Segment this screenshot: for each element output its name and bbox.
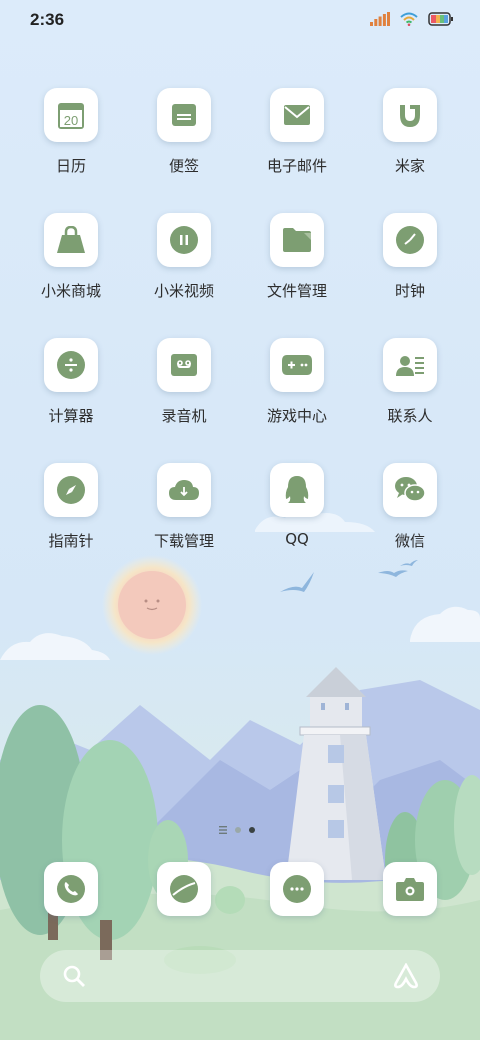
app-mi-video[interactable]: 小米视频 (129, 213, 239, 323)
battery-icon (428, 12, 453, 26)
video-icon (170, 226, 198, 254)
app-tile[interactable] (44, 338, 98, 392)
app-mi-store[interactable]: 小米商城 (16, 213, 126, 323)
mijia-icon (400, 105, 420, 127)
page-dot-active[interactable] (249, 827, 255, 833)
app-label: 游戏中心 (266, 407, 327, 425)
app-tile[interactable] (270, 338, 324, 392)
recorder-icon (171, 354, 197, 376)
status-icons (370, 12, 454, 26)
app-tile[interactable] (157, 88, 211, 142)
camera-icon (396, 878, 424, 901)
notes-icon (172, 104, 196, 126)
search-icon (63, 965, 85, 987)
app-label: 小米商城 (40, 282, 101, 300)
app-label: 时钟 (394, 282, 425, 300)
contacts-icon (396, 356, 424, 376)
app-label: 小米视频 (153, 282, 214, 300)
qq-icon (285, 476, 309, 503)
app-label: 录音机 (161, 407, 207, 425)
app-tile[interactable] (270, 213, 324, 267)
app-qq[interactable]: QQ (242, 463, 352, 573)
app-tile[interactable] (270, 862, 324, 916)
app-tile[interactable] (383, 88, 437, 142)
clock-icon (396, 226, 424, 254)
app-game-center[interactable]: 游戏中心 (242, 338, 352, 448)
app-file-manager[interactable]: 文件管理 (242, 213, 352, 323)
app-clock[interactable]: 时钟 (355, 213, 465, 323)
app-tile[interactable] (44, 213, 98, 267)
app-label: 联系人 (387, 407, 433, 425)
app-label: 下载管理 (153, 532, 214, 550)
app-notes[interactable]: 便签 (129, 88, 239, 198)
shopping-bag-icon (57, 226, 85, 253)
app-label: 文件管理 (266, 282, 327, 300)
gamepad-icon (282, 355, 312, 375)
app-label: 计算器 (48, 407, 94, 425)
app-tile[interactable] (157, 338, 211, 392)
app-label: 指南针 (48, 532, 94, 550)
app-label: 米家 (394, 157, 425, 175)
app-tile[interactable] (157, 213, 211, 267)
mail-icon (284, 105, 310, 125)
menu-lines-icon (219, 826, 227, 834)
app-compass[interactable]: 指南针 (16, 463, 126, 573)
app-tile[interactable] (157, 463, 211, 517)
wifi-icon (400, 12, 418, 26)
app-tile[interactable] (383, 463, 437, 517)
dock-camera[interactable] (355, 862, 465, 922)
compass-icon (57, 476, 85, 504)
app-tile[interactable] (44, 862, 98, 916)
app-contacts[interactable]: 联系人 (355, 338, 465, 448)
dock-browser[interactable] (129, 862, 239, 922)
app-calendar[interactable]: 20 日历 (16, 88, 126, 198)
app-tile[interactable] (383, 862, 437, 916)
app-label: QQ (285, 530, 309, 548)
app-tile[interactable]: 20 (44, 88, 98, 142)
app-tile[interactable] (270, 88, 324, 142)
calculator-icon (57, 351, 85, 379)
status-bar: 2:36 (0, 0, 480, 40)
app-tile[interactable] (383, 338, 437, 392)
page-dot[interactable] (235, 827, 241, 833)
app-label: 电子邮件 (266, 157, 327, 175)
search-bar[interactable] (40, 950, 440, 1002)
calendar-date: 20 (64, 113, 78, 128)
wechat-icon (395, 477, 426, 502)
app-label: 日历 (55, 157, 86, 175)
app-calculator[interactable]: 计算器 (16, 338, 126, 448)
dock-messages[interactable] (242, 862, 352, 922)
app-label: 便签 (168, 157, 199, 175)
assistant-icon[interactable] (392, 963, 420, 989)
app-tile[interactable] (383, 213, 437, 267)
app-wechat[interactable]: 微信 (355, 463, 465, 573)
messages-icon (283, 875, 311, 903)
calendar-icon: 20 (58, 103, 84, 129)
folder-icon (283, 228, 311, 252)
page-indicator[interactable] (219, 826, 255, 834)
app-recorder[interactable]: 录音机 (129, 338, 239, 448)
browser-icon (170, 875, 198, 903)
app-tile[interactable] (44, 463, 98, 517)
app-mijia[interactable]: 米家 (355, 88, 465, 198)
dock-phone[interactable] (16, 862, 126, 922)
phone-icon (57, 875, 85, 903)
app-mail[interactable]: 电子邮件 (242, 88, 352, 198)
app-label: 微信 (394, 532, 425, 550)
app-download-manager[interactable]: 下载管理 (129, 463, 239, 573)
signal-icon (370, 12, 390, 26)
app-tile[interactable] (157, 862, 211, 916)
status-time: 2:36 (30, 10, 65, 29)
download-icon (169, 480, 199, 500)
app-tile[interactable] (270, 463, 324, 517)
